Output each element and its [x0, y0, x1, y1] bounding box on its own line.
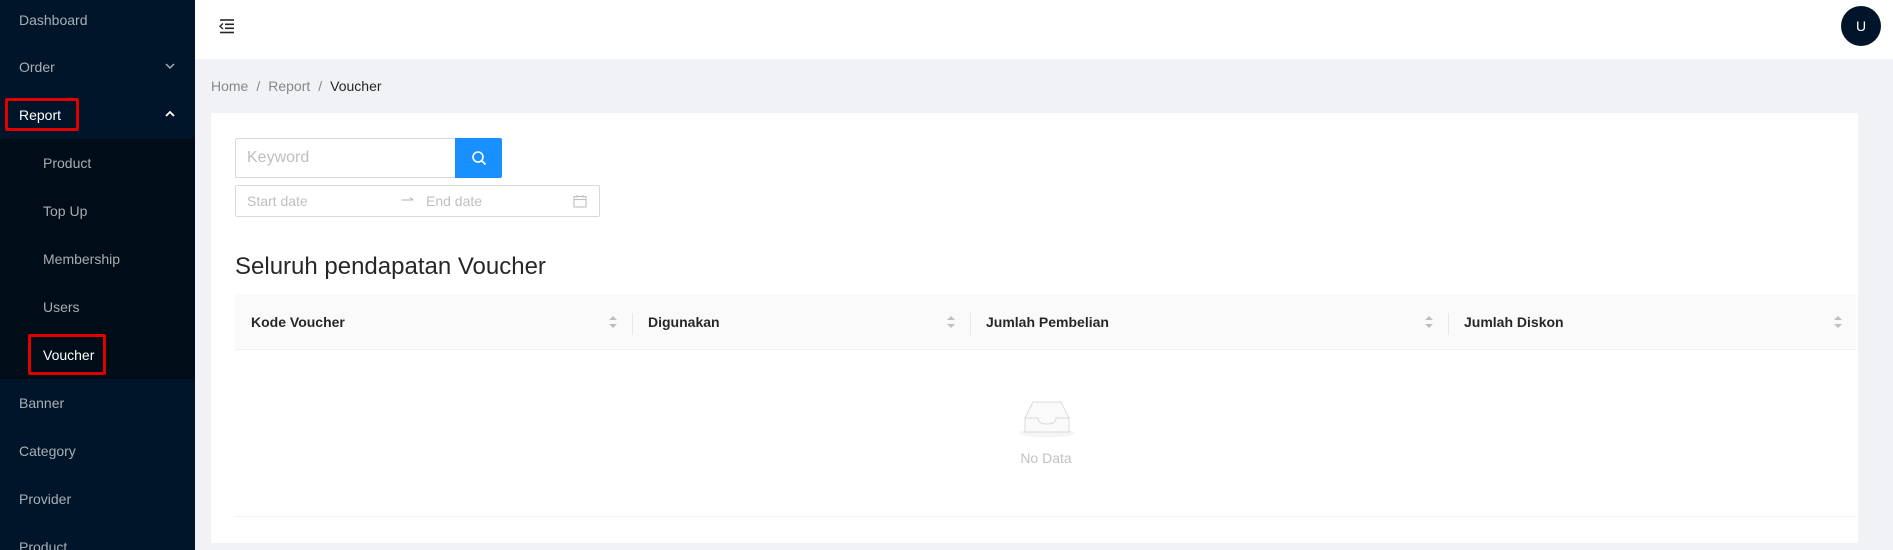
content-card: Start date End date Seluruh pendapatan V…	[211, 113, 1858, 543]
sidebar-item-label: Order	[19, 59, 55, 75]
end-date-input[interactable]: End date	[426, 193, 482, 209]
sidebar-item-provider[interactable]: Provider	[0, 479, 195, 519]
sidebar-item-label: Provider	[19, 491, 72, 507]
table-header: Kode Voucher Digunakan Jumlah Pembelian	[235, 294, 1857, 350]
column-label: Digunakan	[648, 313, 720, 330]
sidebar-item-label: Users	[43, 299, 80, 315]
sidebar: Dashboard Order Report Product Top Up Me…	[0, 0, 195, 550]
sidebar-item-label: Product	[19, 539, 68, 550]
table-empty-state: No Data	[235, 350, 1857, 517]
date-range-picker[interactable]: Start date End date	[235, 185, 600, 217]
sidebar-item-product[interactable]: Product	[0, 527, 195, 550]
column-label: Kode Voucher	[251, 313, 345, 330]
voucher-table: Kode Voucher Digunakan Jumlah Pembelian	[235, 294, 1857, 517]
avatar[interactable]: U	[1841, 6, 1881, 46]
start-date-input[interactable]: Start date	[247, 193, 308, 209]
column-jumlah-pembelian[interactable]: Jumlah Pembelian	[970, 294, 1448, 349]
search-input[interactable]	[235, 138, 455, 178]
sidebar-item-report[interactable]: Report	[0, 95, 195, 135]
sidebar-item-label: Dashboard	[19, 12, 88, 28]
column-kode-voucher[interactable]: Kode Voucher	[235, 294, 632, 349]
sidebar-item-label: Top Up	[43, 203, 88, 219]
calendar-icon	[573, 195, 587, 208]
sidebar-item-report-voucher[interactable]: Voucher	[0, 335, 195, 375]
sidebar-item-label: Membership	[43, 251, 121, 267]
breadcrumb-report[interactable]: Report	[268, 78, 310, 94]
breadcrumb-separator: /	[256, 78, 261, 94]
sidebar-item-label: Report	[19, 107, 62, 123]
search-icon	[471, 151, 486, 166]
empty-text: No Data	[1020, 450, 1072, 466]
avatar-initial: U	[1855, 18, 1867, 34]
sidebar-item-report-product[interactable]: Product	[0, 143, 195, 183]
sidebar-item-order[interactable]: Order	[0, 47, 195, 87]
sort-icon[interactable]	[1424, 314, 1434, 330]
column-jumlah-diskon[interactable]: Jumlah Diskon	[1448, 294, 1857, 349]
breadcrumb-voucher: Voucher	[330, 78, 382, 94]
breadcrumb-home[interactable]: Home	[211, 78, 248, 94]
chevron-up-icon	[165, 110, 175, 117]
sort-icon[interactable]	[1833, 314, 1843, 330]
sort-icon[interactable]	[608, 314, 618, 330]
search-button[interactable]	[455, 138, 502, 178]
menu-fold-icon[interactable]	[218, 17, 236, 35]
sidebar-item-report-membership[interactable]: Membership	[0, 239, 195, 279]
top-header: U	[195, 0, 1893, 59]
chevron-down-icon	[165, 63, 175, 70]
section-title: Seluruh pendapatan Voucher	[235, 253, 546, 280]
column-label: Jumlah Pembelian	[986, 313, 1109, 330]
empty-inbox-icon	[1019, 401, 1075, 438]
sort-icon[interactable]	[946, 314, 956, 330]
sidebar-item-label: Banner	[19, 395, 65, 411]
sidebar-item-report-users[interactable]: Users	[0, 287, 195, 327]
breadcrumb: Home / Report / Voucher	[211, 78, 382, 94]
search-box	[235, 138, 502, 178]
sidebar-item-label: Product	[43, 155, 92, 171]
sidebar-item-report-topup[interactable]: Top Up	[0, 191, 195, 231]
breadcrumb-separator: /	[318, 78, 323, 94]
sidebar-item-label: Category	[19, 443, 76, 459]
arrow-right-icon	[402, 197, 414, 201]
sidebar-item-label: Voucher	[43, 347, 95, 363]
column-digunakan[interactable]: Digunakan	[632, 294, 970, 349]
sidebar-item-dashboard[interactable]: Dashboard	[0, 0, 195, 40]
sidebar-item-banner[interactable]: Banner	[0, 383, 195, 423]
sidebar-item-category[interactable]: Category	[0, 431, 195, 471]
column-label: Jumlah Diskon	[1464, 313, 1564, 330]
